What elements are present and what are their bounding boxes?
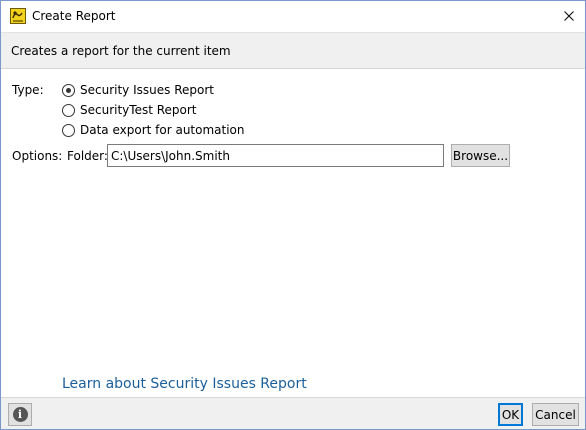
radio-securitytest-report[interactable]: SecurityTest Report [62,102,197,118]
cancel-button[interactable]: Cancel [532,403,579,426]
dialog-footer: i OK Cancel [1,398,585,429]
radio-button[interactable] [62,123,75,137]
create-report-dialog: Create Report Creates a report for the c… [0,0,586,430]
close-button[interactable] [553,1,585,31]
radio-data-export-for-automation[interactable]: Data export for automation [62,122,245,138]
browse-button[interactable]: Browse... [451,144,510,167]
radio-button-checked[interactable] [62,83,75,97]
radio-button[interactable] [62,103,75,117]
window-title: Create Report [32,9,116,23]
info-icon: i [12,407,28,422]
dialog-description: Creates a report for the current item [11,44,231,58]
close-icon [564,11,574,21]
folder-input[interactable] [107,144,444,167]
type-label: Type: [12,83,44,97]
radio-label: Data export for automation [80,123,245,137]
folder-label: Folder: [67,149,108,163]
radio-label: SecurityTest Report [80,103,197,117]
radio-security-issues-report[interactable]: Security Issues Report [62,82,214,98]
info-button[interactable]: i [8,403,32,426]
report-app-icon [10,8,26,24]
options-label: Options: [12,149,63,163]
ok-button[interactable]: OK [498,403,523,426]
learn-about-link[interactable]: Learn about Security Issues Report [62,376,307,392]
description-band: Creates a report for the current item [1,32,585,69]
radio-label: Security Issues Report [80,83,214,97]
title-bar: Create Report [1,1,585,32]
